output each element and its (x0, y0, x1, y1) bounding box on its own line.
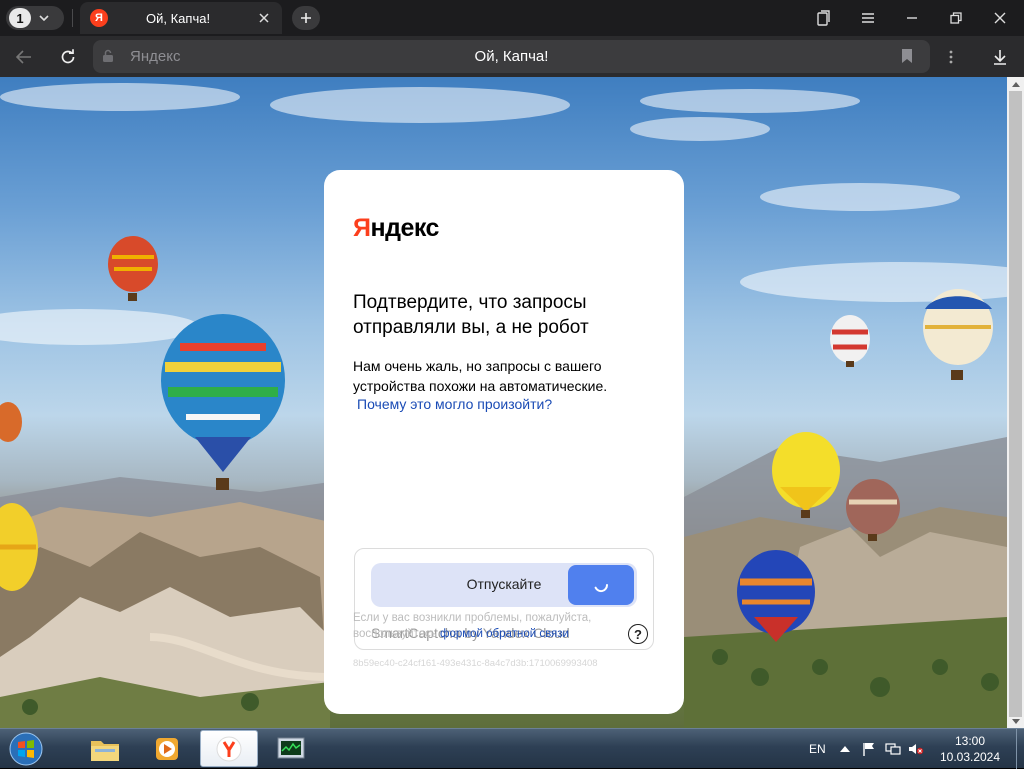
captcha-page: Яндекс Подтвердите, что запросы отправля… (0, 77, 1007, 728)
spinner-icon (594, 584, 609, 593)
task-manager-icon[interactable] (262, 730, 320, 767)
address-page-title: Ой, Капча! (474, 48, 549, 65)
close-icon[interactable] (256, 10, 272, 26)
yandex-favicon: Я (90, 9, 108, 27)
captcha-card: Яндекс Подтвердите, что запросы отправля… (324, 170, 684, 714)
minimize-icon[interactable] (899, 6, 925, 30)
plus-icon[interactable] (292, 6, 320, 30)
media-player-icon[interactable] (138, 730, 196, 767)
show-desktop-button[interactable] (1016, 729, 1024, 769)
yandex-logo[interactable]: Яндекс (353, 214, 439, 243)
clock-time: 13:00 (954, 734, 986, 748)
collections-icon[interactable] (811, 6, 837, 30)
close-window-icon[interactable] (987, 6, 1013, 30)
tab-list-chevron-icon[interactable] (31, 8, 57, 28)
feedback-form-link[interactable]: формой обратной связи (440, 628, 569, 640)
browser-toolbar: Яндекс Ой, Капча! (0, 36, 1024, 77)
windows-start-icon[interactable] (6, 731, 46, 767)
tab-count: 1 (9, 8, 31, 28)
yandex-browser-icon[interactable] (200, 730, 258, 767)
address-bar[interactable]: Яндекс Ой, Капча! (93, 40, 930, 73)
scrollbar-thumb[interactable] (1009, 91, 1022, 717)
kebab-icon[interactable] (938, 44, 964, 70)
file-explorer-icon[interactable] (76, 730, 134, 767)
captcha-slider[interactable]: Отпускайте (371, 563, 637, 607)
network-icon[interactable] (885, 729, 901, 769)
tab-title: Ой, Капча! (146, 11, 211, 26)
scroll-up-icon[interactable] (1007, 77, 1024, 91)
scroll-down-icon[interactable] (1007, 714, 1024, 728)
browser-tab-strip: 1 Я Ой, Капча! (0, 0, 1024, 36)
slider-handle[interactable] (568, 565, 634, 605)
back-icon[interactable] (11, 44, 37, 70)
flag-icon[interactable] (862, 729, 876, 769)
bookmark-icon[interactable] (901, 48, 917, 66)
captcha-footer: Если у вас возникли проблемы, пожалуйста… (353, 610, 653, 642)
page-scrollbar[interactable] (1007, 77, 1024, 728)
captcha-headline: Подтвердите, что запросы отправляли вы, … (353, 292, 589, 338)
tab-active[interactable]: Я Ой, Капча! (80, 2, 282, 34)
volume-muted-icon[interactable] (908, 729, 924, 769)
tab-counter-button[interactable]: 1 (6, 6, 64, 30)
request-id: 8b59ec40-c24cf161-493e431c-8a4c7d3b:1710… (353, 658, 598, 669)
reload-icon[interactable] (55, 44, 81, 70)
language-indicator[interactable]: EN (809, 729, 826, 769)
restore-icon[interactable] (943, 6, 969, 30)
tray-chevron-icon[interactable] (840, 729, 850, 769)
tab-divider (72, 9, 73, 27)
clock-date: 10.03.2024 (939, 750, 1001, 764)
yandex-logo-rest: ндекс (370, 214, 439, 242)
captcha-explanation: Нам очень жаль, но запросы с вашего устр… (353, 358, 608, 394)
yandex-logo-letter: Я (353, 214, 371, 242)
windows-taskbar: EN 13:00 10.03.2024 (0, 728, 1024, 769)
system-clock[interactable]: 13:00 10.03.2024 (928, 733, 1012, 765)
why-link[interactable]: Почему это могло произойти? (357, 396, 552, 412)
download-icon[interactable] (987, 44, 1013, 70)
menu-icon[interactable] (855, 6, 881, 30)
